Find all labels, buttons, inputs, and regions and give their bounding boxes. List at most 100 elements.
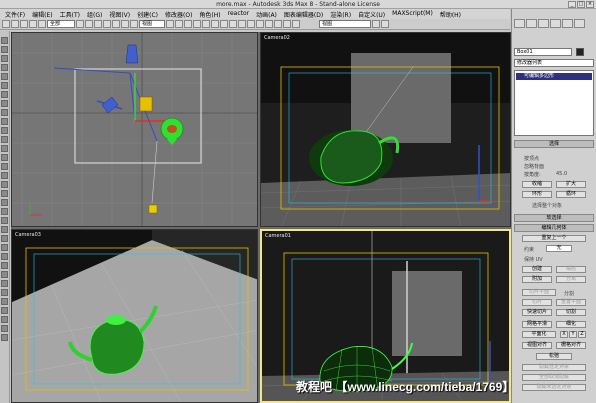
object-name-field[interactable]: Box01 — [514, 48, 572, 56]
tool-icon-1[interactable] — [1, 37, 8, 44]
menu-reactor[interactable]: reactor — [225, 9, 253, 19]
tool-icon-24[interactable] — [1, 244, 8, 251]
tool-icon-29[interactable] — [1, 289, 8, 296]
close-button[interactable]: × — [586, 1, 594, 8]
tool-icon-27[interactable] — [1, 271, 8, 278]
detach-button[interactable]: 分离 — [556, 276, 586, 283]
motion-tab-icon[interactable] — [550, 19, 561, 28]
utilities-tab-icon[interactable] — [574, 19, 585, 28]
menu-customize[interactable]: 自定义(U) — [355, 9, 388, 19]
rotate-icon[interactable] — [121, 20, 129, 28]
align-icon[interactable] — [238, 20, 246, 28]
link-icon[interactable] — [20, 20, 28, 28]
window-crossing-icon[interactable] — [103, 20, 111, 28]
layer-manager-icon[interactable] — [247, 20, 255, 28]
repeat-last-button[interactable]: 重复上一个 — [522, 235, 586, 242]
tool-icon-25[interactable] — [1, 253, 8, 260]
viewport-camera02[interactable]: Camera02 — [260, 32, 511, 227]
planar-y-button[interactable]: Y — [569, 331, 577, 338]
redo-icon[interactable] — [11, 20, 19, 28]
named-selection-select[interactable]: 视图 — [319, 20, 371, 28]
menu-rendering[interactable]: 渲染(R) — [327, 9, 354, 19]
unlink-icon[interactable] — [29, 20, 37, 28]
tool-icon-7[interactable] — [1, 91, 8, 98]
menu-modifiers[interactable]: 修改器(O) — [162, 9, 195, 19]
tool-icon-15[interactable] — [1, 163, 8, 170]
make-planar-button[interactable]: 平面化 — [522, 331, 556, 338]
render-scene-icon[interactable] — [283, 20, 291, 28]
loop-button[interactable]: 循环 — [556, 191, 586, 198]
tool-icon-9[interactable] — [1, 109, 8, 116]
tool-icon-18[interactable] — [1, 190, 8, 197]
select-object-icon[interactable] — [76, 20, 84, 28]
slice-plane-button[interactable]: 切片平面 — [522, 289, 556, 296]
shrink-button[interactable]: 收缩 — [522, 181, 552, 188]
bind-spacewarp-icon[interactable] — [38, 20, 46, 28]
selection-filter-select[interactable]: 全部 — [47, 20, 75, 28]
snap-icon[interactable] — [184, 20, 192, 28]
move-icon[interactable] — [112, 20, 120, 28]
reset-plane-button[interactable]: 重置平面 — [556, 299, 586, 306]
unhide-all-button[interactable]: 全部取消隐藏 — [522, 374, 586, 381]
viewport-camera03[interactable]: Camera03 — [11, 229, 258, 403]
tool-icon-32[interactable] — [1, 316, 8, 323]
ring-button[interactable]: 环形 — [522, 191, 552, 198]
spinner-snap-icon[interactable] — [211, 20, 219, 28]
tool-icon-13[interactable] — [1, 145, 8, 152]
scale-icon[interactable] — [130, 20, 138, 28]
menu-graph-editors[interactable]: 图表编辑器(D) — [281, 9, 326, 19]
tool-icon-14[interactable] — [1, 154, 8, 161]
curve-editor-icon[interactable] — [256, 20, 264, 28]
selection-region-icon[interactable] — [94, 20, 102, 28]
relax-button[interactable]: 松弛 — [536, 353, 572, 360]
tool-icon-26[interactable] — [1, 262, 8, 269]
cut-button[interactable]: 切割 — [556, 309, 586, 316]
hide-unselected-button[interactable]: 隐藏未选定对象 — [522, 384, 586, 391]
tool-icon-31[interactable] — [1, 307, 8, 314]
stack-item-editable-poly[interactable]: 可编辑多边形 — [516, 73, 592, 80]
grid-align-button[interactable]: 栅格对齐 — [556, 342, 586, 349]
tool-icon-2[interactable] — [1, 46, 8, 53]
menu-create[interactable]: 创建(C) — [134, 9, 161, 19]
slice-button[interactable]: 切片 — [522, 299, 552, 306]
tool-icon-21[interactable] — [1, 217, 8, 224]
tool-icon-6[interactable] — [1, 82, 8, 89]
tool-icon-8[interactable] — [1, 100, 8, 107]
soft-selection-rollout-header[interactable]: 软选择 — [514, 214, 594, 222]
view-align-button[interactable]: 视图对齐 — [522, 342, 552, 349]
menu-tools[interactable]: 工具(T) — [57, 9, 83, 19]
hierarchy-tab-icon[interactable] — [538, 19, 549, 28]
select-by-name-icon[interactable] — [85, 20, 93, 28]
named-selection-icon[interactable] — [220, 20, 228, 28]
tool-icon-5[interactable] — [1, 73, 8, 80]
planar-x-button[interactable]: X — [560, 331, 568, 338]
menu-group[interactable]: 组(G) — [84, 9, 105, 19]
material-editor-icon[interactable] — [274, 20, 282, 28]
undo-icon[interactable] — [2, 20, 10, 28]
tool-icon-20[interactable] — [1, 208, 8, 215]
display-tab-icon[interactable] — [562, 19, 573, 28]
msmooth-button[interactable]: 网格平滑 — [522, 321, 552, 328]
menu-character[interactable]: 角色(H) — [196, 9, 223, 19]
percent-snap-icon[interactable] — [202, 20, 210, 28]
modifier-list-select[interactable]: 修改器列表 — [514, 59, 594, 67]
viewport-top[interactable] — [11, 32, 258, 227]
pivot-center-icon[interactable] — [166, 20, 174, 28]
tool-icon-33[interactable] — [1, 325, 8, 332]
render-type-icon[interactable] — [372, 20, 380, 28]
quickslice-button[interactable]: 快速切片 — [522, 309, 552, 316]
hide-selected-button[interactable]: 隐藏选定对象 — [522, 364, 586, 371]
attach-button[interactable]: 附加 — [522, 276, 552, 283]
quick-render-icon[interactable] — [292, 20, 300, 28]
tool-icon-12[interactable] — [1, 136, 8, 143]
tool-icon-23[interactable] — [1, 235, 8, 242]
grow-button[interactable]: 扩大 — [556, 181, 586, 188]
maximize-button[interactable]: □ — [577, 1, 585, 8]
tool-icon-30[interactable] — [1, 298, 8, 305]
tool-icon-4[interactable] — [1, 64, 8, 71]
tool-icon-10[interactable] — [1, 118, 8, 125]
menu-maxscript[interactable]: MAXScript(M) — [389, 9, 436, 19]
tool-icon-19[interactable] — [1, 199, 8, 206]
edit-geometry-rollout-header[interactable]: 编辑几何体 — [514, 224, 594, 232]
menu-help[interactable]: 帮助(H) — [437, 9, 464, 19]
